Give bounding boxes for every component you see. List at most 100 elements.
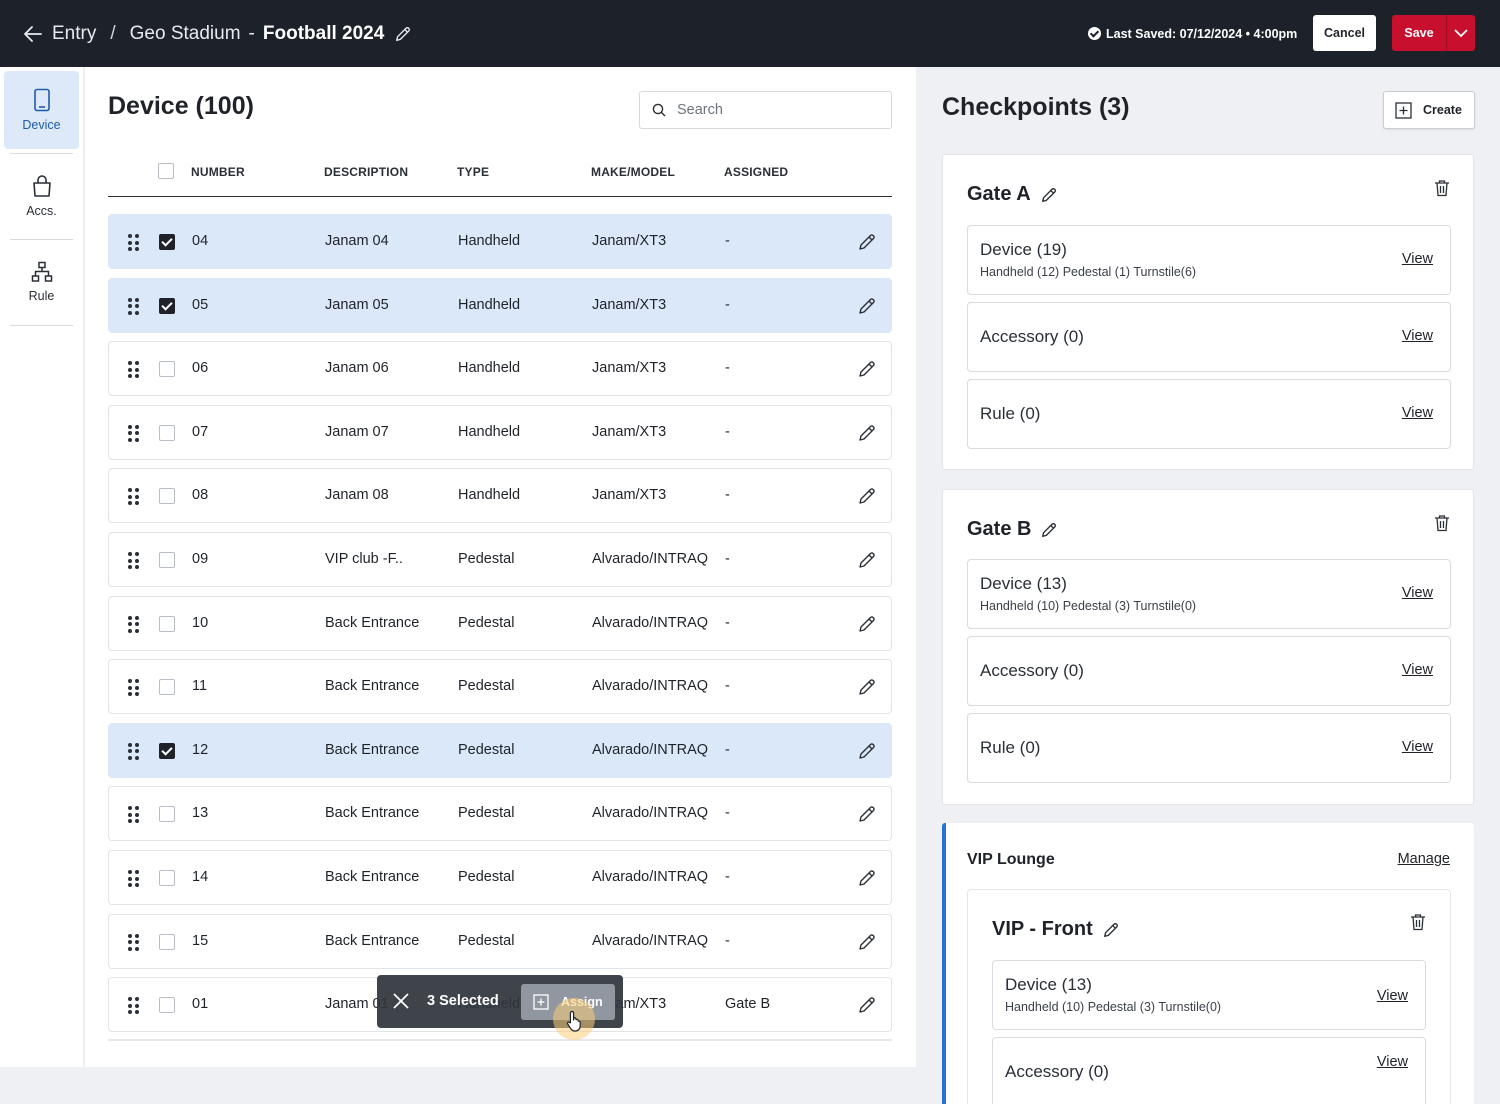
trash-icon[interactable]: [1409, 913, 1427, 931]
pencil-icon[interactable]: [857, 486, 877, 506]
drag-handle-icon[interactable]: [128, 870, 140, 887]
create-checkpoint-button[interactable]: Create: [1383, 91, 1475, 129]
row-checkbox[interactable]: [159, 933, 175, 950]
top-bar: Entry / Geo Stadium - Football 2024 Last…: [0, 0, 1500, 67]
pencil-icon[interactable]: [857, 359, 877, 379]
search-placeholder[interactable]: Search: [677, 102, 723, 118]
drag-handle-icon[interactable]: [128, 615, 140, 633]
trash-icon[interactable]: [1433, 514, 1451, 532]
create-button-label[interactable]: Create: [1423, 103, 1462, 117]
drag-handle-icon[interactable]: [128, 424, 140, 442]
table-row[interactable]: 06 Janam 06 Handheld Janam/XT3 -: [108, 341, 892, 397]
row-checkbox[interactable]: [159, 361, 175, 378]
row-checkbox[interactable]: [159, 297, 175, 314]
cell-description: Back Entrance: [325, 932, 420, 949]
save-button-label[interactable]: Save: [1392, 26, 1446, 40]
table-row[interactable]: 05 Janam 05 Handheld Janam/XT3 -: [108, 277, 892, 333]
table-row[interactable]: 11 Back Entrance Pedestal Alvarado/INTRAQ -: [108, 659, 892, 715]
bag-icon: [32, 175, 51, 197]
drag-handle-icon[interactable]: [128, 997, 140, 1015]
table-row[interactable]: 09 VIP club -F.. Pedestal Alvarado/INTRAQ -: [108, 532, 892, 587]
pencil-icon[interactable]: [857, 995, 877, 1015]
pencil-icon[interactable]: [394, 25, 412, 43]
table-row[interactable]: 15 Back Entrance Pedestal Alvarado/INTRAQ -: [108, 913, 892, 969]
row-checkbox[interactable]: [159, 552, 175, 568]
cell-number: 08: [192, 487, 209, 504]
select-all-checkbox[interactable]: [158, 163, 174, 179]
table-row[interactable]: 14 Back Entrance Pedestal Alvarado/INTRAQ -: [108, 850, 892, 905]
column-header-assigned[interactable]: ASSIGNED: [724, 165, 788, 179]
save-button[interactable]: Save: [1392, 15, 1475, 51]
manage-group-link[interactable]: Manage: [1398, 851, 1450, 867]
view-rules-link[interactable]: View: [1402, 739, 1433, 755]
cell-make-model: Alvarado/INTRAQ: [592, 869, 709, 885]
cell-type: Pedestal: [458, 932, 515, 949]
pencil-icon[interactable]: [857, 868, 877, 888]
pencil-icon[interactable]: [1040, 521, 1058, 539]
drag-handle-icon[interactable]: [128, 361, 140, 379]
rail-item-device[interactable]: Device: [4, 71, 79, 149]
checkpoint-name-text: Gate B: [967, 518, 1032, 540]
group-name: VIP Lounge: [967, 851, 1055, 868]
row-checkbox[interactable]: [159, 488, 175, 505]
row-checkbox[interactable]: [159, 806, 175, 823]
drag-handle-icon[interactable]: [128, 679, 140, 697]
view-accessories-link[interactable]: View: [1377, 1054, 1408, 1070]
drag-handle-icon[interactable]: [128, 806, 140, 824]
pencil-icon[interactable]: [857, 423, 877, 443]
view-devices-link[interactable]: View: [1377, 988, 1408, 1004]
divider: [10, 153, 73, 154]
rail-item-accs[interactable]: Accs.: [4, 157, 79, 235]
drag-handle-icon[interactable]: [128, 552, 140, 569]
row-checkbox[interactable]: [159, 234, 175, 250]
drag-handle-icon[interactable]: [128, 742, 140, 760]
column-header-description[interactable]: DESCRIPTION: [324, 165, 408, 179]
pencil-icon[interactable]: [857, 550, 877, 570]
arrow-left-icon[interactable]: [22, 23, 44, 45]
table-row[interactable]: 10 Back Entrance Pedestal Alvarado/INTRAQ -: [108, 595, 892, 651]
row-checkbox[interactable]: [159, 615, 175, 632]
search-input[interactable]: Search: [639, 91, 892, 129]
drag-handle-icon[interactable]: [128, 488, 140, 506]
view-devices-link[interactable]: View: [1402, 251, 1433, 267]
table-row[interactable]: 07 Janam 07 Handheld Janam/XT3 -: [108, 404, 892, 460]
trash-icon[interactable]: [1433, 179, 1451, 197]
accessory-summary-title: Accessory (0): [980, 661, 1084, 680]
pencil-icon[interactable]: [857, 677, 877, 697]
row-checkbox[interactable]: [159, 742, 175, 759]
breadcrumb-entry-link[interactable]: Entry: [52, 23, 96, 45]
column-header-number[interactable]: NUMBER: [191, 165, 245, 179]
drag-handle-icon[interactable]: [128, 234, 140, 251]
row-checkbox[interactable]: [159, 424, 175, 441]
pencil-icon[interactable]: [857, 232, 877, 252]
drag-handle-icon[interactable]: [128, 933, 140, 951]
rail-item-rule[interactable]: Rule: [4, 243, 79, 321]
table-row[interactable]: 12 Back Entrance Pedestal Alvarado/INTRAQ -: [108, 722, 892, 778]
pencil-icon[interactable]: [1040, 186, 1058, 204]
close-icon[interactable]: [391, 991, 411, 1011]
view-accessories-link[interactable]: View: [1402, 328, 1433, 344]
cancel-button[interactable]: Cancel: [1313, 15, 1376, 51]
add-square-icon: [533, 994, 549, 1010]
row-checkbox[interactable]: [159, 870, 175, 886]
chevron-down-icon[interactable]: [1447, 28, 1475, 38]
view-rules-link[interactable]: View: [1402, 405, 1433, 421]
pencil-icon[interactable]: [857, 804, 877, 824]
row-checkbox[interactable]: [159, 679, 175, 696]
drag-handle-icon[interactable]: [128, 297, 140, 315]
column-header-make-model[interactable]: MAKE/MODEL: [591, 165, 675, 179]
table-row[interactable]: 08 Janam 08 Handheld Janam/XT3 -: [108, 468, 892, 524]
pencil-icon[interactable]: [857, 614, 877, 634]
pencil-icon[interactable]: [857, 741, 877, 761]
pencil-icon[interactable]: [1102, 921, 1120, 939]
row-checkbox[interactable]: [159, 997, 175, 1014]
view-accessories-link[interactable]: View: [1402, 662, 1433, 678]
cell-number: 05: [192, 296, 209, 313]
pencil-icon[interactable]: [857, 296, 877, 316]
pencil-icon[interactable]: [857, 932, 877, 952]
view-devices-link[interactable]: View: [1402, 585, 1433, 601]
cell-assigned: -: [725, 678, 730, 695]
column-header-type[interactable]: TYPE: [457, 165, 489, 179]
table-row[interactable]: 04 Janam 04 Handheld Janam/XT3 -: [108, 214, 892, 269]
table-row[interactable]: 13 Back Entrance Pedestal Alvarado/INTRAQ -: [108, 786, 892, 842]
